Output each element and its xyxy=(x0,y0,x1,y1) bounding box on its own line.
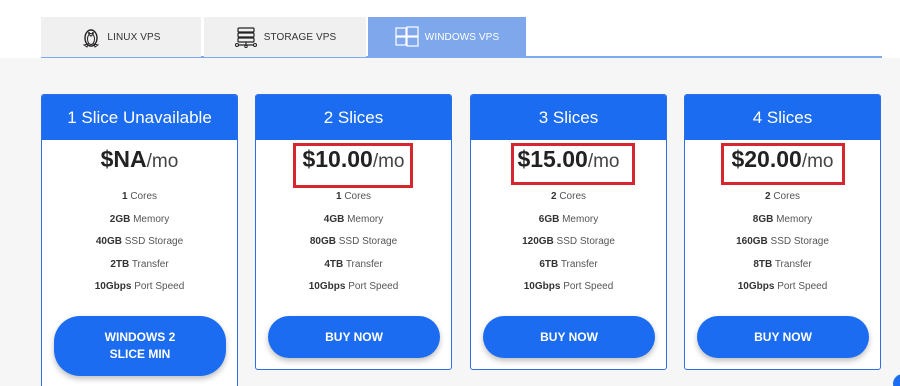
price-amount: $NA xyxy=(100,146,147,172)
spec-transfer: 2TB Transfer xyxy=(110,258,169,270)
tab-label: WINDOWS VPS xyxy=(424,31,500,43)
price-unit: /mo xyxy=(146,151,179,172)
tab-windows-vps[interactable]: WINDOWS VPS xyxy=(368,17,526,57)
plan-title: 1 Slice Unavailable xyxy=(42,95,237,140)
price-highlight-box xyxy=(721,143,845,185)
plan-card-1-slice: 1 Slice Unavailable $NA/mo 1 Cores 2GB M… xyxy=(41,94,238,386)
spec-cores: 2 Cores xyxy=(550,191,586,202)
linux-penguin-icon xyxy=(81,26,101,48)
windows-2-slice-min-button[interactable]: WINDOWS 2 SLICE MIN xyxy=(54,316,226,376)
spec-cores: 2 Cores xyxy=(764,191,800,202)
spec-port-speed: 10Gbps Port Speed xyxy=(308,281,399,292)
spec-transfer: 4TB Transfer xyxy=(324,258,383,270)
tab-storage-vps[interactable]: STORAGE VPS xyxy=(204,17,366,57)
spec-memory: 6GB Memory xyxy=(538,213,599,225)
buy-now-button[interactable]: BUY NOW xyxy=(697,316,869,358)
price-highlight-box xyxy=(511,143,635,185)
buy-now-button[interactable]: BUY NOW xyxy=(268,316,440,358)
windows-logo-icon xyxy=(395,26,419,48)
spec-storage: 120GB SSD Storage xyxy=(522,236,615,247)
buy-now-button[interactable]: BUY NOW xyxy=(483,316,655,358)
plan-specs: 2 Cores 6GB Memory 120GB SSD Storage 6TB… xyxy=(471,191,666,304)
spec-cores: 1 Cores xyxy=(121,191,157,202)
tab-label: LINUX VPS xyxy=(107,31,161,43)
tab-linux-vps[interactable]: LINUX VPS xyxy=(41,17,201,57)
spec-memory: 2GB Memory xyxy=(109,213,170,225)
spec-cores: 1 Cores xyxy=(335,191,371,202)
tab-label: STORAGE VPS xyxy=(263,31,337,43)
plan-price: $NA/mo xyxy=(42,146,237,173)
spec-port-speed: 10Gbps Port Speed xyxy=(737,281,828,292)
plan-title: 2 Slices xyxy=(256,95,451,140)
plan-specs: 1 Cores 2GB Memory 40GB SSD Storage 2TB … xyxy=(42,191,237,304)
plan-card-2-slices: 2 Slices $10.00/mo 1 Cores 4GB Memory 80… xyxy=(255,94,452,370)
plan-card-4-slices: 4 Slices $20.00/mo 2 Cores 8GB Memory 16… xyxy=(684,94,881,370)
price-highlight-box xyxy=(293,143,413,188)
plan-specs: 2 Cores 8GB Memory 160GB SSD Storage 8TB… xyxy=(685,191,880,304)
spec-storage: 160GB SSD Storage xyxy=(736,236,829,247)
spec-memory: 4GB Memory xyxy=(323,213,384,225)
vps-tabs: LINUX VPS STORAGE VPS WINDOWS VPS xyxy=(41,17,882,58)
plan-title: 3 Slices xyxy=(471,95,666,140)
spec-port-speed: 10Gbps Port Speed xyxy=(523,281,614,292)
spec-storage: 40GB SSD Storage xyxy=(95,236,184,247)
plan-specs: 1 Cores 4GB Memory 80GB SSD Storage 4TB … xyxy=(256,191,451,304)
storage-server-icon xyxy=(234,26,258,48)
spec-transfer: 6TB Transfer xyxy=(539,258,598,270)
spec-transfer: 8TB Transfer xyxy=(753,258,812,270)
spec-port-speed: 10Gbps Port Speed xyxy=(94,281,185,292)
plan-title: 4 Slices xyxy=(685,95,880,140)
spec-memory: 8GB Memory xyxy=(752,213,813,225)
plan-card-3-slices: 3 Slices $15.00/mo 2 Cores 6GB Memory 12… xyxy=(470,94,667,370)
spec-storage: 80GB SSD Storage xyxy=(309,236,398,247)
